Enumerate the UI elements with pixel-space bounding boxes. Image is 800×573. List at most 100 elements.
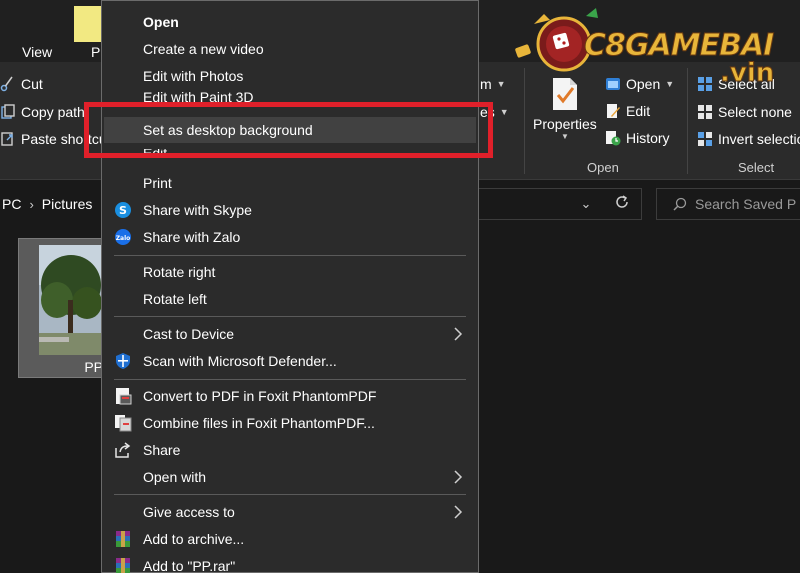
svg-text:Zalo: Zalo xyxy=(116,235,131,242)
photo-thumbnail xyxy=(39,245,103,355)
search-placeholder: Search Saved P xyxy=(695,196,797,212)
paste-shortcut-icon xyxy=(1,132,13,146)
foxit-combine-icon xyxy=(115,415,132,432)
history-button[interactable]: History xyxy=(605,130,670,146)
chevron-down-icon: ▼ xyxy=(560,132,569,141)
breadcrumb[interactable]: PC › Pictures xyxy=(0,188,92,220)
menu-item-print[interactable]: Print xyxy=(102,170,478,196)
menu-item-edit-with-photos[interactable]: Edit with Photos xyxy=(102,63,478,89)
move-to-button[interactable]: m ▼ xyxy=(480,76,506,92)
menu-item-rotate-left[interactable]: Rotate left xyxy=(102,286,478,312)
select-none-label: Select none xyxy=(718,104,792,120)
menu-separator xyxy=(114,255,466,256)
menu-item-share[interactable]: Share xyxy=(102,437,478,463)
move-to-label: m xyxy=(480,76,492,92)
winrar-icon xyxy=(116,558,130,573)
breadcrumb-pc[interactable]: PC xyxy=(0,196,21,212)
tab-view[interactable]: View xyxy=(22,44,52,60)
menu-item-label: Edit with Paint 3D xyxy=(143,89,254,103)
menu-item-label: Create a new video xyxy=(143,41,264,57)
share-icon xyxy=(115,442,131,458)
menu-item-edit[interactable]: Edit xyxy=(102,149,478,161)
select-group-label: Select xyxy=(738,160,775,175)
menu-item-label: Share with Skype xyxy=(143,202,252,218)
search-icon xyxy=(673,197,687,211)
menu-item-label: Edit with Photos xyxy=(143,68,244,84)
cut-button[interactable]: Cut xyxy=(0,76,43,92)
menu-item-add-to-archive[interactable]: Add to archive... xyxy=(102,526,478,552)
copy-path-label: Copy path xyxy=(21,104,85,120)
select-none-button[interactable]: Select none xyxy=(697,104,792,120)
menu-item-scan-defender[interactable]: Scan with Microsoft Defender... xyxy=(102,348,478,374)
refresh-icon[interactable] xyxy=(612,194,632,214)
menu-item-share-skype[interactable]: S Share with Skype xyxy=(102,197,478,223)
chevron-down-icon: ▼ xyxy=(496,79,506,89)
watermark-tld: .vin xyxy=(719,58,775,89)
menu-item-label: Convert to PDF in Foxit PhantomPDF xyxy=(143,388,377,404)
menu-item-label: Open xyxy=(143,14,179,30)
select-none-icon xyxy=(698,105,712,119)
menu-item-label: Scan with Microsoft Defender... xyxy=(143,353,337,369)
menu-item-label: Cast to Device xyxy=(143,326,235,342)
menu-item-convert-pdf[interactable]: Convert to PDF in Foxit PhantomPDF xyxy=(102,383,478,409)
search-input[interactable]: Search Saved P xyxy=(656,188,800,220)
chevron-right-icon: › xyxy=(29,196,34,212)
menu-item-label: Set as desktop background xyxy=(143,122,313,138)
chevron-down-icon: ▼ xyxy=(499,107,509,117)
chevron-down-icon[interactable]: ⌄ xyxy=(576,194,596,214)
chevron-right-icon xyxy=(454,505,463,519)
zalo-icon: Zalo xyxy=(115,229,131,245)
menu-item-label: Share with Zalo xyxy=(143,229,241,245)
menu-item-label: Add to archive... xyxy=(143,531,245,547)
menu-item-edit-with-paint3d[interactable]: Edit with Paint 3D xyxy=(102,87,478,103)
menu-item-share-zalo[interactable]: Zalo Share with Zalo xyxy=(102,224,478,250)
winrar-icon xyxy=(116,531,130,547)
menu-item-set-desktop-background[interactable]: Set as desktop background xyxy=(104,117,476,143)
delete-label: es xyxy=(480,104,495,120)
menu-separator xyxy=(114,316,466,317)
svg-text:S: S xyxy=(119,204,127,217)
context-menu: Open Create a new video Edit with Photos… xyxy=(101,0,479,573)
defender-shield-icon xyxy=(116,353,130,369)
delete-button[interactable]: es ▼ xyxy=(480,104,509,120)
chevron-right-icon xyxy=(454,470,463,484)
invert-selection-label: Invert selectio xyxy=(718,131,800,147)
chevron-right-icon xyxy=(454,327,463,341)
menu-item-label: Rotate right xyxy=(143,264,216,280)
menu-item-label: Rotate left xyxy=(143,291,207,307)
menu-item-combine-files[interactable]: Combine files in Foxit PhantomPDF... xyxy=(102,410,478,436)
menu-item-label: Edit xyxy=(143,149,168,161)
invert-selection-button[interactable]: Invert selectio xyxy=(697,131,800,147)
foxit-pdf-icon xyxy=(116,388,132,405)
tab-share[interactable]: P xyxy=(91,44,100,60)
menu-item-label: Combine files in Foxit PhantomPDF... xyxy=(143,415,375,431)
paste-shortcut-button[interactable]: Paste shortcut xyxy=(0,131,111,147)
menu-item-give-access[interactable]: Give access to xyxy=(102,499,478,525)
menu-item-open[interactable]: Open xyxy=(102,9,478,35)
pencil-icon xyxy=(607,104,620,118)
paste-shortcut-label: Paste shortcut xyxy=(21,131,111,147)
history-label: History xyxy=(626,130,670,146)
menu-item-rotate-right[interactable]: Rotate right xyxy=(102,259,478,285)
menu-item-add-to-rar[interactable]: Add to "PP.rar" xyxy=(102,553,478,573)
edit-button[interactable]: Edit xyxy=(605,103,650,119)
invert-selection-icon xyxy=(698,132,712,146)
menu-item-label: Give access to xyxy=(143,504,235,520)
copy-path-button[interactable]: Copy path xyxy=(0,104,85,120)
open-group-label: Open xyxy=(587,160,619,175)
copy-path-icon xyxy=(1,104,15,119)
menu-separator xyxy=(114,494,466,495)
watermark-logo: C8GAMEBAI .vin xyxy=(514,6,800,98)
skype-icon: S xyxy=(115,202,131,218)
edit-label: Edit xyxy=(626,103,651,119)
menu-item-open-with[interactable]: Open with xyxy=(102,464,478,490)
file-name: PP xyxy=(84,359,103,375)
history-icon xyxy=(606,131,621,146)
menu-item-cast-to-device[interactable]: Cast to Device xyxy=(102,321,478,347)
menu-item-label: Add to "PP.rar" xyxy=(143,558,236,573)
menu-item-label: Open with xyxy=(143,469,207,485)
menu-separator xyxy=(114,379,466,380)
active-tab-highlight xyxy=(74,6,102,42)
breadcrumb-pictures[interactable]: Pictures xyxy=(42,196,93,212)
menu-item-create-new-video[interactable]: Create a new video xyxy=(102,36,478,62)
